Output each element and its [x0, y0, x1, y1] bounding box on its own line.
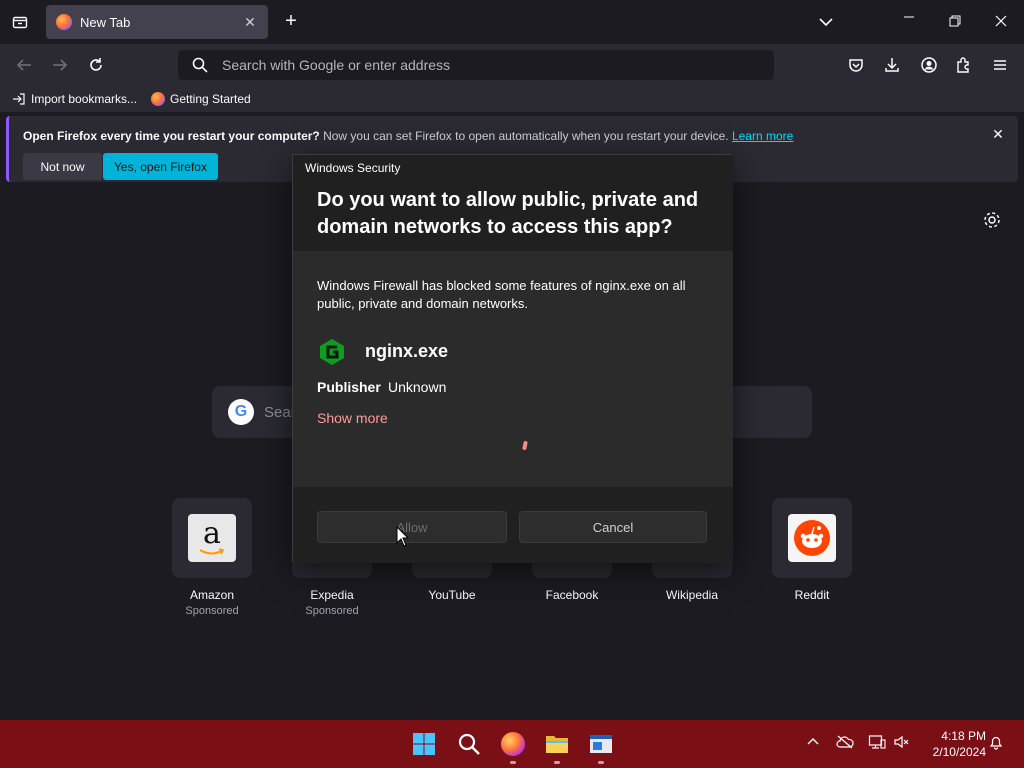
downloads-icon[interactable] — [881, 54, 903, 76]
chevron-up-icon[interactable] — [803, 732, 823, 752]
file-explorer-icon[interactable] — [543, 730, 571, 758]
top-site-label: Amazon — [189, 588, 235, 602]
pocket-icon[interactable] — [845, 54, 867, 76]
bookmark-getting-started[interactable]: Getting Started — [151, 90, 251, 108]
address-bar[interactable]: Search with Google or enter address — [178, 50, 774, 80]
running-indicator — [510, 761, 516, 764]
bookmark-label: Import bookmarks... — [31, 92, 138, 106]
loading-spinner — [522, 440, 528, 451]
reload-icon[interactable] — [85, 54, 107, 76]
navigation-toolbar: Search with Google or enter address — [0, 44, 1024, 86]
running-indicator — [598, 761, 604, 764]
allow-button[interactable]: Allow — [317, 511, 507, 543]
firefox-icon — [56, 14, 72, 30]
windows-security-taskbar-icon[interactable] — [587, 730, 615, 758]
firefox-icon — [151, 92, 165, 106]
top-site-amazon[interactable]: a Amazon Sponsored — [172, 498, 252, 617]
learn-more-link[interactable]: Learn more — [732, 129, 793, 143]
address-bar-placeholder: Search with Google or enter address — [222, 57, 451, 73]
dialog-title: Do you want to allow public, private and… — [317, 189, 699, 238]
dialog-footer: Allow Cancel — [293, 487, 733, 563]
notification-bell-icon[interactable] — [986, 732, 1006, 752]
minimize-button[interactable] — [898, 10, 920, 32]
new-tab-button[interactable]: + — [280, 11, 302, 33]
restore-button[interactable] — [944, 10, 966, 32]
publisher-value: Unknown — [388, 379, 447, 395]
top-site-label: Reddit — [794, 588, 830, 602]
gear-icon[interactable] — [982, 210, 1004, 232]
extensions-icon[interactable] — [953, 54, 975, 76]
yes-open-firefox-button[interactable]: Yes, open Firefox — [103, 153, 218, 180]
dialog-header: Windows Security Do you want to allow pu… — [293, 155, 733, 251]
cancel-button[interactable]: Cancel — [519, 511, 707, 543]
search-icon[interactable] — [455, 730, 483, 758]
import-icon — [12, 92, 26, 106]
close-tab-icon[interactable]: ✕ — [242, 14, 258, 30]
dialog-description: Windows Firewall has blocked some featur… — [317, 278, 686, 311]
network-icon[interactable] — [867, 732, 887, 752]
mouse-cursor-icon — [396, 525, 410, 548]
bookmarks-toolbar: Import bookmarks... Getting Started — [0, 86, 1024, 112]
publisher-label: Publisher — [317, 379, 381, 395]
program-name: nginx.exe — [365, 341, 449, 361]
newtab-search-placeholder: Sear — [264, 403, 296, 421]
back-icon[interactable] — [13, 54, 35, 76]
tab-title: New Tab — [80, 14, 131, 30]
bookmark-import[interactable]: Import bookmarks... — [12, 90, 137, 108]
clock-date: 2/10/2024 — [932, 745, 986, 759]
clock-time: 4:18 PM — [941, 729, 986, 743]
dialog-body: Windows Firewall has blocked some featur… — [293, 251, 733, 487]
top-site-label: Expedia — [310, 588, 354, 602]
close-window-button[interactable] — [990, 10, 1012, 32]
tab-list-icon[interactable] — [8, 10, 32, 34]
top-site-label: YouTube — [428, 588, 476, 602]
forward-icon[interactable] — [49, 54, 71, 76]
start-icon[interactable] — [410, 730, 438, 758]
nginx-icon — [317, 337, 347, 367]
search-icon — [192, 57, 208, 73]
top-site-tile — [772, 498, 852, 578]
chevron-down-icon[interactable] — [816, 12, 836, 32]
browser-tab[interactable]: New Tab ✕ — [46, 5, 268, 39]
tab-strip: New Tab ✕ + — [0, 0, 1024, 44]
account-icon[interactable] — [918, 54, 940, 76]
system-clock[interactable]: 4:18 PM 2/10/2024 — [916, 728, 986, 760]
amazon-icon: a — [188, 514, 236, 562]
menu-icon[interactable] — [989, 54, 1011, 76]
notification-message: Open Firefox every time you restart your… — [23, 129, 794, 143]
taskbar: 4:18 PM 2/10/2024 — [0, 720, 1024, 768]
sponsored-label: Sponsored — [185, 605, 239, 617]
show-more-link[interactable]: Show more — [317, 410, 388, 426]
dialog-app-name: Windows Security — [305, 161, 401, 175]
top-site-label: Wikipedia — [665, 588, 719, 602]
onedrive-icon[interactable] — [835, 732, 855, 752]
windows-security-dialog: Windows Security Do you want to allow pu… — [292, 154, 733, 563]
volume-muted-icon[interactable] — [892, 732, 912, 752]
sponsored-label: Sponsored — [305, 605, 359, 617]
reddit-icon — [788, 514, 836, 562]
top-site-tile: a — [172, 498, 252, 578]
google-icon: G — [228, 399, 254, 425]
bookmark-label: Getting Started — [170, 92, 251, 106]
top-site-reddit[interactable]: Reddit — [772, 498, 852, 602]
not-now-button[interactable]: Not now — [23, 153, 102, 180]
firefox-taskbar-icon[interactable] — [499, 730, 527, 758]
close-notification-icon[interactable]: ✕ — [990, 126, 1006, 142]
running-indicator — [554, 761, 560, 764]
top-site-label: Facebook — [545, 588, 599, 602]
